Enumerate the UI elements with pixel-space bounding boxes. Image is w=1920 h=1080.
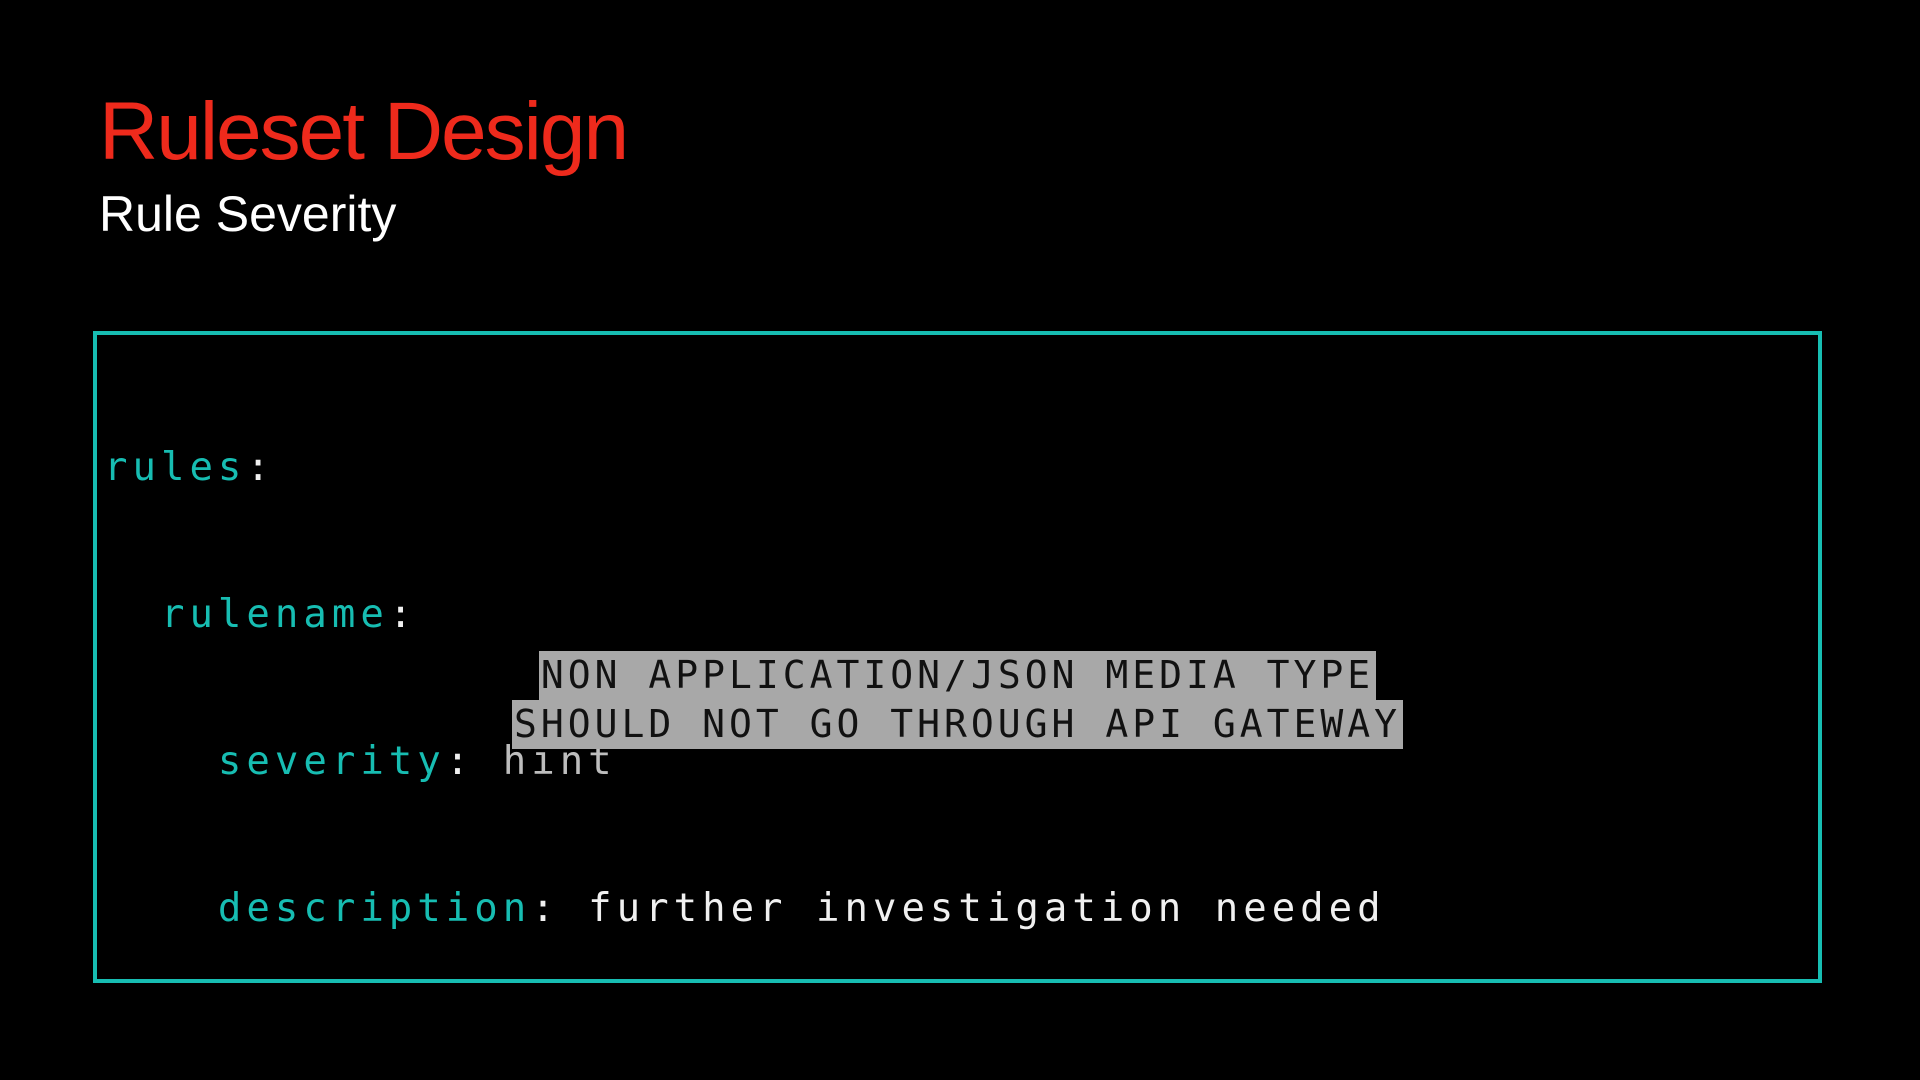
code-value-description: further investigation needed [588, 886, 1386, 931]
code-line-rules: rules: [104, 443, 1386, 492]
code-colon: : [531, 886, 560, 931]
code-key-description: description [217, 886, 532, 931]
code-key-rulename: rulename [160, 592, 389, 637]
code-key-rules: rules [104, 445, 247, 490]
code-colon: : [246, 445, 275, 490]
media-type-note: NON APPLICATION/JSON MEDIA TYPE SHOULD N… [97, 651, 1818, 749]
code-colon: : [388, 592, 418, 637]
slide-subtitle: Rule Severity [99, 186, 397, 242]
code-line-rulename: rulename: [104, 590, 1386, 639]
code-line-description: description: further investigation neede… [104, 884, 1386, 933]
note-line-1: NON APPLICATION/JSON MEDIA TYPE [538, 651, 1377, 700]
note-line-2: SHOULD NOT GO THROUGH API GATEWAY [512, 700, 1403, 749]
slide-title: Ruleset Design [99, 86, 629, 177]
code-frame: rules: rulename: severity: hint descript… [93, 331, 1822, 983]
